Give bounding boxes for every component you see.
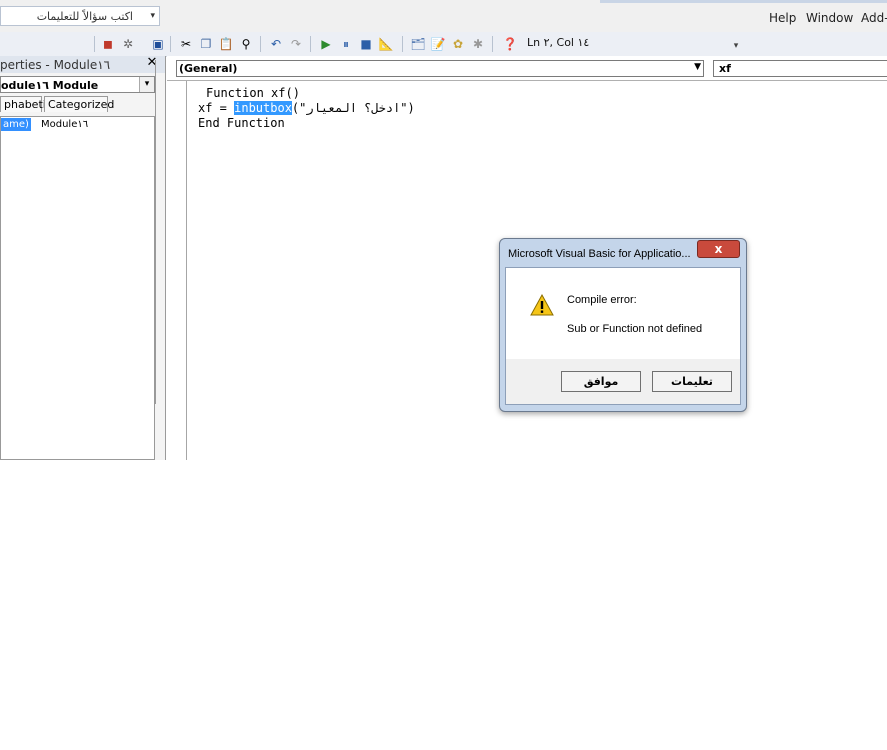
tab-categorized[interactable]: Categorized [44,96,114,112]
object-combo[interactable]: (General) ▼ [176,60,704,77]
standard-toolbar: ◼ ✲ ▣ ✂ ❐ 📋 ⚲ ↶ ↷ ▶ ⏸ ■ 📐 🗂 📝 ✿ ✱ ❓ Ln ٢… [0,32,887,57]
property-value-cell[interactable]: Module١٦ [41,118,88,131]
property-name-cell[interactable]: ame) [1,118,31,131]
code-divider [167,80,887,81]
pane-divider[interactable] [165,56,166,460]
design-mode-icon[interactable]: ◼ [100,36,116,52]
toolbar-options-icon[interactable]: ▾ [728,38,744,54]
find-icon[interactable]: ⚲ [238,36,254,52]
procedure-combo[interactable]: xf [713,60,887,77]
properties-object-label: odule١٦ Module [1,79,99,92]
menu-addins[interactable]: Add- [861,11,887,25]
close-icon[interactable]: ✕ [145,56,159,70]
warning-icon [530,294,554,316]
chevron-down-icon[interactable]: ▾ [150,11,155,21]
dialog-title: Microsoft Visual Basic for Applicatio... [508,248,691,260]
properties-title: perties - Module١٦ [0,58,111,72]
help-circle-icon[interactable]: ❓ [502,36,518,52]
toolbox-icon[interactable]: ✱ [470,36,486,52]
cut-icon[interactable]: ✂ [178,36,194,52]
redo-icon[interactable]: ↷ [288,36,304,52]
insert-module-icon[interactable]: ✲ [120,36,136,52]
code-line-2[interactable]: xf = inbutbox("ادخل؟ المعيار") [198,101,415,115]
properties-grid: ame) Module١٦ [0,116,155,460]
help-search-text: اكتب سؤالاً للتعليمات [36,10,133,23]
reset-icon[interactable]: ■ [358,36,374,52]
code-selection[interactable]: inbutbox [234,101,292,115]
paste-icon[interactable]: 📋 [218,36,234,52]
design-icon[interactable]: 📐 [378,36,394,52]
error-detail: Sub or Function not defined [567,323,703,335]
chevron-down-icon[interactable]: ▾ [139,77,154,92]
project-explorer-icon[interactable]: 🗂 [410,36,426,52]
close-icon[interactable]: x [697,240,740,258]
help-search-box[interactable]: اكتب سؤالاً للتعليمات ▾ [0,6,160,26]
code-line-1[interactable]: Function xf() [206,86,300,100]
code-line-2-suffix: ("ادخل؟ المعيار") [291,101,415,115]
compile-error-dialog: Microsoft Visual Basic for Applicatio...… [499,238,747,412]
undo-icon[interactable]: ↶ [268,36,284,52]
dialog-body: Compile error: Sub or Function not defin… [505,267,741,405]
properties-object-combo[interactable]: odule١٦ Module ▾ [0,76,155,93]
object-browser-icon[interactable]: ✿ [450,36,466,52]
save-icon[interactable]: ▣ [150,36,166,52]
properties-pane: perties - Module١٦ ✕ odule١٦ Module ▾ ph… [0,56,166,460]
run-icon[interactable]: ▶ [318,36,334,52]
code-line-3[interactable]: End Function [198,116,285,130]
object-combo-value: (General) [179,62,238,75]
ok-button[interactable]: موافق [561,371,641,392]
tab-alphabetic[interactable]: phabetic [0,96,52,112]
error-heading: Compile error: [567,294,637,306]
break-icon[interactable]: ⏸ [338,36,354,52]
properties-title-bar: perties - Module١٦ ✕ [0,56,166,73]
menu-help[interactable]: Help [769,11,796,25]
menu-window[interactable]: Window [806,11,853,25]
code-margin[interactable] [186,81,187,460]
properties-scrollbar-edge [155,60,156,404]
copy-icon[interactable]: ❐ [198,36,214,52]
code-line-2-prefix: xf = [198,101,235,115]
cursor-position-readout: Ln ٢, Col ١٤ [527,36,590,49]
procedure-combo-value: xf [719,62,731,75]
chevron-down-icon[interactable]: ▼ [694,62,701,72]
properties-window-icon[interactable]: 📝 [430,36,446,52]
help-button[interactable]: تعليمات [652,371,732,392]
